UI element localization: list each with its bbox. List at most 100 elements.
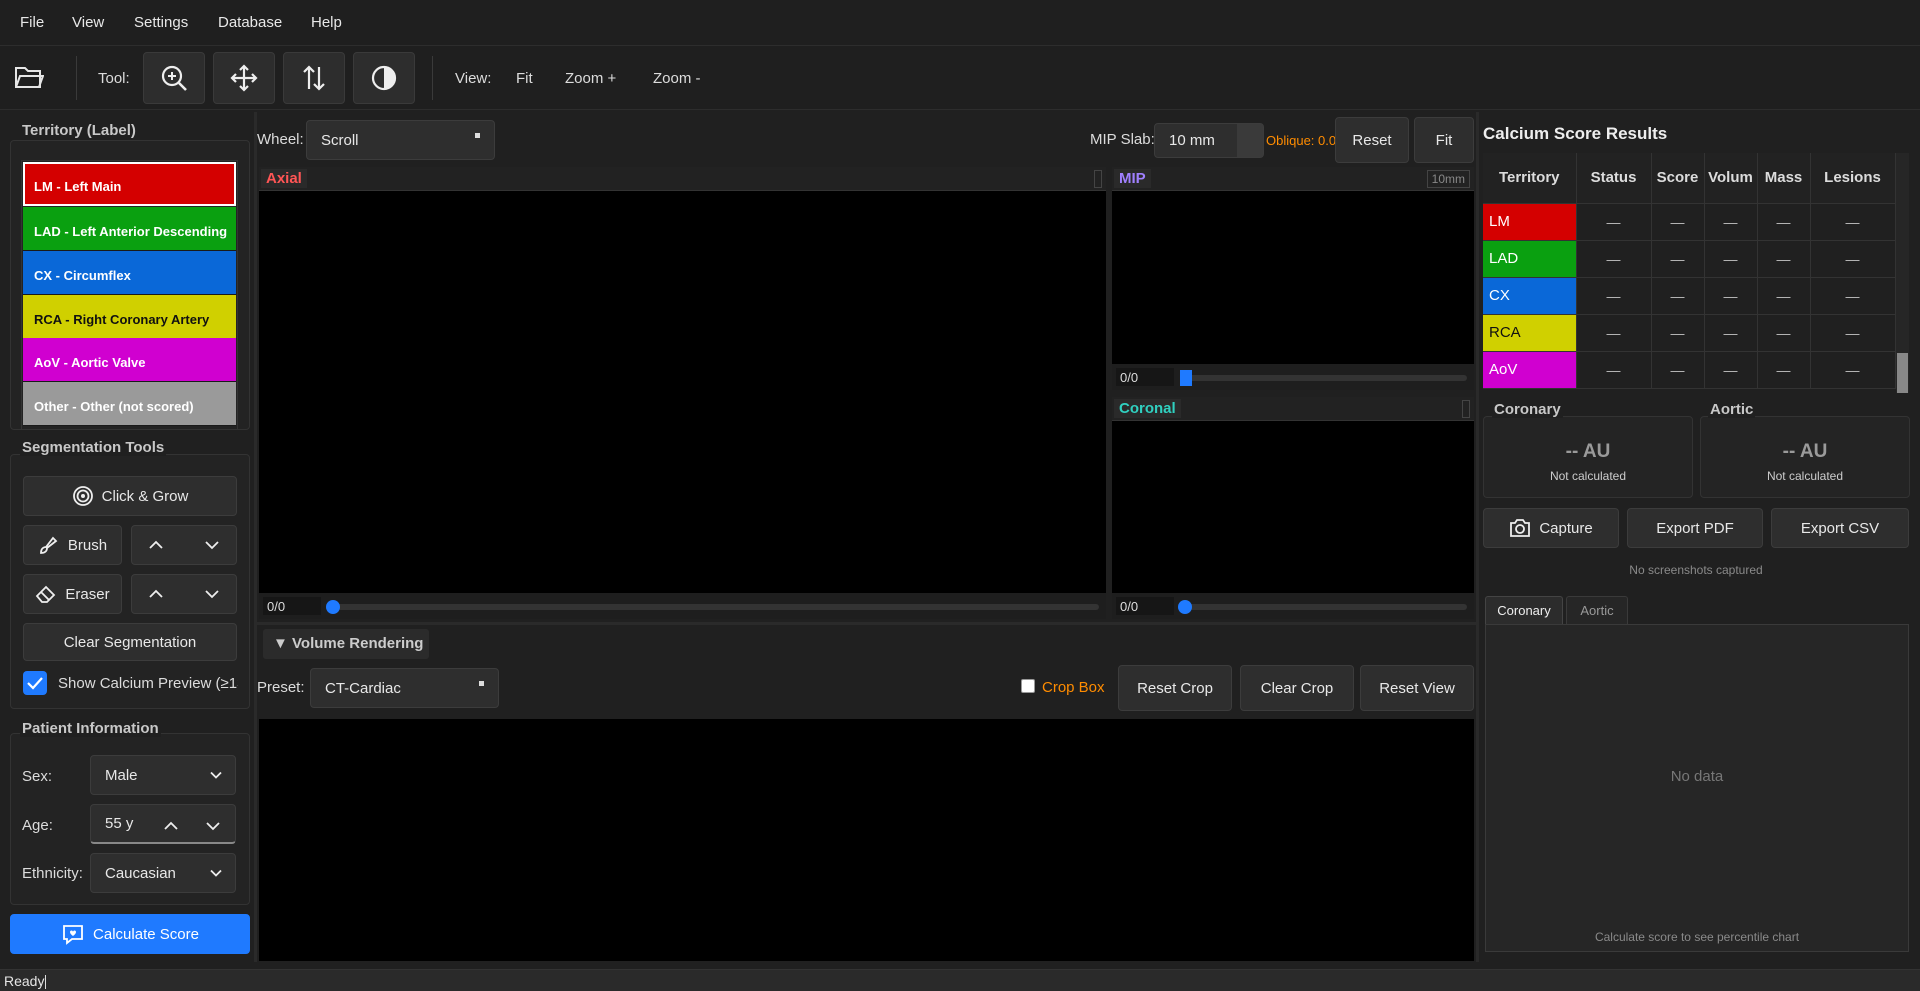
- calculate-score-button[interactable]: Calculate Score: [10, 914, 250, 954]
- percentile-chart-panel: No data Calculate score to see percentil…: [1485, 624, 1909, 952]
- volume-cell: —: [1704, 240, 1758, 278]
- eraser-button[interactable]: Eraser: [23, 574, 122, 614]
- col-mass[interactable]: Mass: [1757, 153, 1811, 204]
- mip-slab-spinbox[interactable]: 10 mm: [1154, 123, 1264, 158]
- zoom-out-button[interactable]: Zoom -: [653, 70, 701, 87]
- score-cell: —: [1651, 314, 1705, 352]
- oblique-readout: Oblique: 0.0: [1266, 133, 1337, 148]
- reset-view-button[interactable]: Reset View: [1360, 665, 1474, 711]
- window-level-tool-button[interactable]: [353, 52, 415, 104]
- table-row[interactable]: LAD — — — — —: [1483, 240, 1896, 278]
- menu-help[interactable]: Help: [311, 14, 342, 31]
- mip-view[interactable]: [1112, 167, 1474, 389]
- chevron-up-icon[interactable]: [148, 540, 164, 550]
- status-cell: —: [1576, 277, 1652, 315]
- chevron-down-icon[interactable]: [205, 821, 221, 831]
- export-pdf-button[interactable]: Export PDF: [1627, 508, 1763, 548]
- coronary-note: Not calculated: [1549, 469, 1627, 483]
- menu-view[interactable]: View: [72, 14, 104, 31]
- export-csv-button[interactable]: Export CSV: [1771, 508, 1909, 548]
- reset-label: Reset: [1352, 131, 1392, 149]
- mip-track[interactable]: [1182, 375, 1467, 381]
- reset-crop-button[interactable]: Reset Crop: [1118, 665, 1232, 711]
- volume-render-view[interactable]: [259, 719, 1474, 961]
- ethnicity-select[interactable]: Caucasian: [90, 853, 236, 893]
- results-scrollbar-thumb[interactable]: [1897, 353, 1908, 393]
- chevron-down-icon[interactable]: [204, 589, 220, 599]
- eraser-size-stepper[interactable]: [131, 574, 237, 614]
- results-scrollbar[interactable]: [1896, 153, 1909, 393]
- territory-item-lad[interactable]: LAD - Left Anterior Descending: [23, 207, 236, 251]
- show-preview-checkbox[interactable]: [23, 671, 47, 695]
- axial-track[interactable]: [329, 604, 1099, 610]
- col-status[interactable]: Status: [1576, 153, 1652, 204]
- coronal-view[interactable]: [1112, 397, 1474, 617]
- zoom-in-button[interactable]: Zoom +: [565, 70, 616, 87]
- no-data-text: No data: [1670, 768, 1724, 785]
- reset-button[interactable]: Reset: [1335, 117, 1409, 163]
- axial-view[interactable]: [259, 167, 1106, 617]
- wheel-label: Wheel:: [257, 131, 304, 148]
- table-row[interactable]: RCA — — — — —: [1483, 314, 1896, 352]
- preset-select[interactable]: CT-Cardiac: [310, 668, 499, 708]
- up-down-arrows-icon: [303, 65, 325, 91]
- volume-rendering-toggle[interactable]: ▼ Volume Rendering: [263, 629, 429, 659]
- coronal-slice-slider[interactable]: 0/0: [1112, 593, 1474, 619]
- clear-segmentation-button[interactable]: Clear Segmentation: [23, 623, 237, 661]
- mip-slider-handle[interactable]: [1180, 370, 1192, 386]
- table-row[interactable]: CX — — — — —: [1483, 277, 1896, 315]
- territory-item-other[interactable]: Other - Other (not scored): [23, 382, 236, 426]
- menu-file[interactable]: File: [20, 14, 44, 31]
- clear-crop-button[interactable]: Clear Crop: [1240, 665, 1354, 711]
- click-grow-button[interactable]: Click & Grow: [23, 476, 237, 516]
- right-splitter[interactable]: [1476, 112, 1479, 962]
- table-row[interactable]: AoV — — — — —: [1483, 351, 1896, 389]
- check-icon: [27, 677, 43, 690]
- tab-coronary[interactable]: Coronary: [1485, 596, 1563, 624]
- contrast-icon: [371, 65, 397, 91]
- territory-item-rca[interactable]: RCA - Right Coronary Artery: [23, 295, 236, 339]
- territory-item-lm[interactable]: LM - Left Main: [23, 162, 236, 206]
- axial-slider-handle[interactable]: [326, 600, 340, 614]
- territory-item-aov[interactable]: AoV - Aortic Valve: [23, 338, 236, 382]
- crop-box-checkbox[interactable]: [1021, 679, 1035, 693]
- col-volume[interactable]: Volum: [1704, 153, 1758, 204]
- brush-button[interactable]: Brush: [23, 525, 122, 565]
- coronal-track[interactable]: [1182, 604, 1467, 610]
- pan-tool-button[interactable]: [213, 52, 275, 104]
- export-pdf-label: Export PDF: [1656, 519, 1734, 537]
- capture-button[interactable]: Capture: [1483, 508, 1619, 548]
- patient-title: Patient Information: [20, 720, 161, 737]
- chevron-up-icon[interactable]: [148, 589, 164, 599]
- menu-settings[interactable]: Settings: [134, 14, 188, 31]
- fit-button[interactable]: Fit: [516, 70, 533, 87]
- chevron-up-icon[interactable]: [163, 821, 179, 831]
- scroll-tool-button[interactable]: [283, 52, 345, 104]
- coronal-slider-handle[interactable]: [1178, 600, 1192, 614]
- mip-slice-slider[interactable]: 0/0: [1112, 364, 1474, 390]
- fit-view-button[interactable]: Fit: [1414, 117, 1474, 163]
- col-territory[interactable]: Territory: [1483, 153, 1577, 204]
- mass-cell: —: [1757, 203, 1811, 241]
- open-folder-icon[interactable]: [14, 63, 45, 95]
- territory-item-cx[interactable]: CX - Circumflex: [23, 251, 236, 295]
- spin-buttons[interactable]: [1237, 124, 1263, 157]
- col-lesions[interactable]: Lesions: [1810, 153, 1896, 204]
- sex-select[interactable]: Male: [90, 755, 236, 795]
- zoom-icon: [161, 65, 187, 91]
- center-splitter[interactable]: [257, 622, 1476, 625]
- wheel-mode-select[interactable]: Scroll: [306, 120, 495, 160]
- table-row[interactable]: LM — — — — —: [1483, 203, 1896, 241]
- menu-database[interactable]: Database: [218, 14, 282, 31]
- tool-label: Tool:: [98, 70, 130, 87]
- territory-cell: CX: [1483, 277, 1577, 315]
- col-score[interactable]: Score: [1651, 153, 1705, 204]
- left-splitter[interactable]: [254, 112, 257, 962]
- zoom-tool-button[interactable]: [143, 52, 205, 104]
- axial-slice-slider[interactable]: 0/0: [259, 593, 1106, 619]
- brush-size-stepper[interactable]: [131, 525, 237, 565]
- chevron-down-icon[interactable]: [204, 540, 220, 550]
- age-spinbox[interactable]: 55 y: [90, 804, 236, 844]
- age-value: 55 y: [105, 815, 134, 832]
- tab-aortic[interactable]: Aortic: [1566, 596, 1628, 624]
